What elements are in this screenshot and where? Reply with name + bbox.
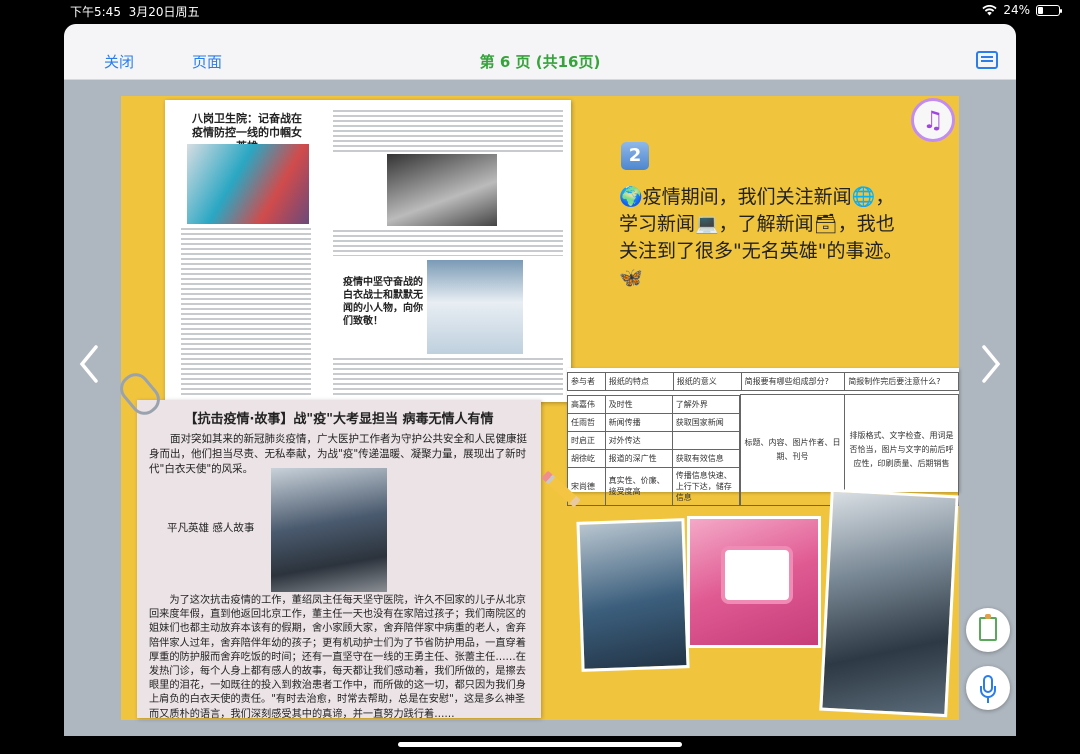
discussion-table: 参与者 报纸的特点 报纸的意义 简报要有哪些组成部分? 简报制作完后要注意什么?…: [567, 368, 959, 506]
table-row: 宋尚德 真实性、价廉、接受度高 传播信息快速、上行下达，储存信息: [567, 466, 741, 506]
table-cell: 及时性: [604, 394, 673, 414]
story-body: 为了这次抗击疫情的工作，董绍凤主任每天坚守医院，许久不回家的儿子从北京回来度年假…: [149, 595, 526, 720]
microphone-button[interactable]: [966, 666, 1010, 710]
music-note-icon[interactable]: ♫: [911, 98, 955, 142]
table-cell: 真实性、价廉、接受度高: [604, 466, 673, 506]
table-row: 高嘉伟 及时性 了解外界: [567, 394, 741, 414]
child-tablet-photo: [819, 488, 959, 718]
table-header: 报纸的特点: [604, 372, 674, 391]
clipping-text-block: [333, 230, 563, 256]
page-indicator: 第 6 页 (共16页): [479, 53, 601, 71]
doctors-photo: [271, 468, 387, 592]
wifi-icon: [982, 4, 997, 15]
medical-team-photo: [427, 260, 523, 354]
table-cell: 传播信息快速、上行下达，储存信息: [671, 466, 741, 506]
table-header: 简报制作完后要注意什么?: [844, 372, 959, 391]
battery-percent: 24%: [1003, 3, 1030, 17]
table-cell-parts: 标题、内容、图片作者、日期、刊号: [740, 394, 845, 506]
table-cell: [671, 430, 741, 450]
table-header: 参与者: [567, 372, 606, 391]
story-caption: 平凡英雄 感人故事: [167, 522, 255, 534]
table-cell: 胡徐屹: [567, 448, 606, 468]
child-reading-photo: [576, 518, 690, 672]
table-cell: 获取有效信息: [671, 448, 741, 468]
news-clipping: 八岗卫生院：记奋战在疫情防控一线的巾帼女英雄 疫情中坚守奋战的白衣战士和默默无闻…: [165, 100, 571, 402]
table-cell: 对外传达: [604, 430, 673, 450]
clipping-text-block: [333, 110, 563, 152]
status-right: 24%: [982, 3, 1062, 17]
clipping-text-block: [333, 358, 563, 396]
status-bar: 下午5:45 3月20日周五 24%: [0, 0, 1080, 22]
table-cell: 报道的深广性: [604, 448, 673, 468]
table-header: 报纸的意义: [672, 372, 742, 391]
story-clipping: 【抗击疫情·故事】战"疫"大考显担当 病毒无情人有情 面对突如其来的新冠肺炎疫情…: [137, 400, 541, 720]
table-cell: 了解外界: [671, 394, 741, 414]
table-cell: 任雨哲: [567, 412, 606, 432]
clipping-text-block: [181, 228, 311, 396]
document-viewer: 关闭 页面 第 6 页 (共16页) 八岗卫生院：记奋战在疫情防控一线的巾帼女英…: [64, 24, 1016, 736]
reflection-text: 🌍疫情期间，我们关注新闻🌐，学习新闻💻，了解新闻🗃，我也关注到了很多"无名英雄"…: [619, 186, 903, 289]
ppe-photo: [387, 154, 497, 226]
clipboard-icon: [979, 614, 997, 641]
tv-screen: [721, 546, 793, 604]
comment-icon[interactable]: [976, 51, 998, 69]
page-canvas: 八岗卫生院：记奋战在疫情防控一线的巾帼女英雄 疫情中坚守奋战的白衣战士和默默无闻…: [114, 96, 959, 720]
table-header: 简报要有哪些组成部分?: [740, 372, 846, 391]
table-row: 时启正 对外传达: [567, 430, 741, 450]
table-header-row: 参与者 报纸的特点 报纸的意义 简报要有哪些组成部分? 简报制作完后要注意什么?: [567, 372, 959, 391]
table-cell: 时启正: [567, 430, 606, 450]
number-badge: 2: [621, 142, 649, 170]
status-time: 下午5:45 3月20日周五: [70, 5, 200, 19]
clipboard-button[interactable]: [966, 608, 1010, 652]
table-row: 胡徐屹 报道的深广性 获取有效信息: [567, 448, 741, 468]
battery-icon: [1036, 4, 1062, 16]
previous-page-arrow-icon[interactable]: [78, 344, 100, 384]
table-cell: 获取国家新闻: [671, 412, 741, 432]
table-cell: 高嘉伟: [567, 394, 606, 414]
table-row: 任雨哲 新闻传播 获取国家新闻: [567, 412, 741, 432]
story-title: 【抗击疫情·故事】战"疫"大考显担当 病毒无情人有情: [184, 412, 494, 427]
toolbar: 关闭 页面 第 6 页 (共16页): [64, 24, 1016, 80]
clipping-subheadline: 疫情中坚守奋战的白衣战士和默默无闻的小人物，向你们致敬！: [343, 277, 423, 327]
home-indicator[interactable]: [398, 742, 682, 747]
table-cell-notes: 排版格式、文字检查、用词是否恰当，图片与文字的前后呼应性，印刷质量、后期销售: [844, 394, 959, 506]
table-cell: 新闻传播: [604, 412, 673, 432]
next-page-arrow-icon[interactable]: [980, 344, 1002, 384]
nurse-photo: [187, 144, 309, 224]
